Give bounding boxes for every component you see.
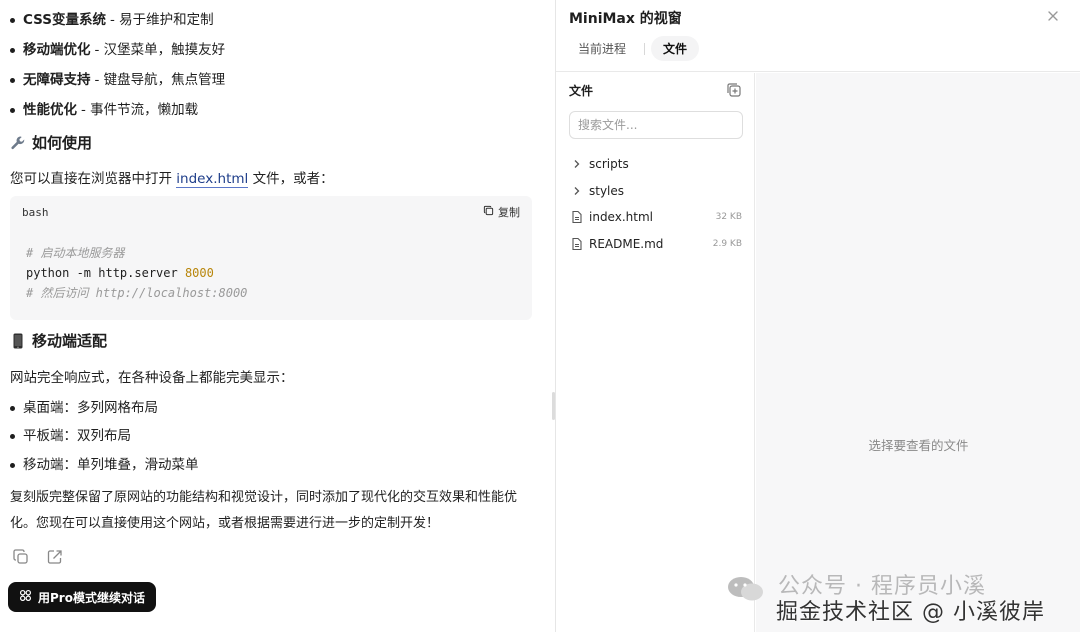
copy-code-button[interactable]: 复制 <box>483 204 520 220</box>
feature-item: 无障碍支持 - 键盘导航，焦点管理 <box>10 71 225 89</box>
feature-desc: - 易于维护和定制 <box>110 12 214 28</box>
message-actions <box>12 548 64 566</box>
panel-header: MiniMax 的视窗 当前进程 文件 <box>556 0 1080 72</box>
code-command: python -m http.server <box>26 266 178 280</box>
code-language: bash <box>22 206 49 219</box>
file-name: README.md <box>589 237 664 251</box>
watermark: 公众号 · 程序员小溪 掘金技术社区 @ 小溪彼岸 <box>726 568 1045 626</box>
file-name: index.html <box>589 210 653 224</box>
watermark-line1: 公众号 · 程序员小溪 <box>778 574 986 599</box>
viewer-empty-text: 选择要查看的文件 <box>868 438 969 453</box>
copy-icon <box>483 205 494 219</box>
file-row[interactable]: README.md 2.9 KB <box>570 234 742 254</box>
file-explorer: 文件 scripts styles index.html 32 KB <box>556 73 755 632</box>
device-item: 平板端：双列布局 <box>10 427 131 445</box>
files-title: 文件 <box>569 84 594 98</box>
bullet-dot <box>10 107 15 113</box>
feature-desc: - 汉堡菜单，触摸友好 <box>94 42 226 58</box>
feature-title: CSS变量系统 <box>23 12 106 28</box>
wrench-icon <box>10 135 26 151</box>
chat-pane: CSS变量系统 - 易于维护和定制 移动端优化 - 汉堡菜单，触摸友好 无障碍支… <box>0 0 548 632</box>
file-viewer: 选择要查看的文件 <box>756 73 1080 632</box>
feature-title: 无障碍支持 <box>23 72 91 88</box>
chevron-right-icon <box>570 157 584 171</box>
file-icon <box>570 237 584 251</box>
device-text: 桌面端：多列网格布局 <box>23 400 158 416</box>
file-size: 32 KB <box>715 212 742 222</box>
device-item: 桌面端：多列网格布局 <box>10 399 158 417</box>
copy-label: 复制 <box>498 206 520 219</box>
pro-mode-icon <box>19 589 32 605</box>
folder-row[interactable]: scripts <box>570 154 742 174</box>
file-link[interactable]: index.html <box>176 171 249 188</box>
bullet-dot <box>10 433 15 439</box>
feature-title: 性能优化 <box>23 102 77 118</box>
device-text: 平板端：双列布局 <box>23 428 131 444</box>
feature-item: CSS变量系统 - 易于维护和定制 <box>10 11 214 29</box>
panel-tabs: 当前进程 文件 <box>566 36 700 61</box>
code-block: bash 复制 # 启动本地服务器 python -m http.server … <box>10 196 532 320</box>
mobile-intro: 网站完全响应式，在各种设备上都能完美显示： <box>10 370 294 386</box>
feature-desc: - 事件节流，懒加载 <box>81 102 199 118</box>
howto-text-after: 文件，或者： <box>252 171 334 187</box>
howto-heading: 如何使用 <box>10 133 92 153</box>
close-icon[interactable] <box>1045 8 1061 24</box>
device-item: 移动端：单列堆叠，滑动菜单 <box>10 456 199 474</box>
howto-text: 您可以直接在浏览器中打开 index.html 文件，或者： <box>10 167 540 191</box>
tab-divider <box>644 42 646 55</box>
feature-item: 性能优化 - 事件节流，懒加载 <box>10 101 198 119</box>
tab-files[interactable]: 文件 <box>651 36 700 61</box>
pro-mode-label: 用Pro模式继续对话 <box>38 590 145 605</box>
code-comment: # 然后访问 http://localhost:8000 <box>26 286 248 300</box>
phone-icon <box>10 333 26 349</box>
file-icon <box>570 210 584 224</box>
code-lines: # 启动本地服务器 python -m http.server 8000 # 然… <box>26 243 247 303</box>
bullet-dot <box>10 77 15 83</box>
folder-name: styles <box>589 184 625 198</box>
pro-mode-button[interactable]: 用Pro模式继续对话 <box>8 582 156 612</box>
code-command-line: python -m http.server 8000 <box>26 263 247 283</box>
chevron-right-icon <box>570 184 584 198</box>
folder-row[interactable]: styles <box>570 181 742 201</box>
workspace-panel: MiniMax 的视窗 当前进程 文件 文件 scripts styles <box>555 0 1080 632</box>
tab-current-process[interactable]: 当前进程 <box>566 36 638 61</box>
file-row[interactable]: index.html 32 KB <box>570 207 742 227</box>
file-size: 2.9 KB <box>712 239 742 249</box>
share-icon[interactable] <box>46 548 64 566</box>
mobile-heading: 移动端适配 <box>10 331 107 351</box>
code-comment: # 启动本地服务器 <box>26 246 125 260</box>
file-search-input[interactable] <box>569 111 743 139</box>
summary-text: 复刻版完整保留了原网站的功能结构和视觉设计，同时添加了现代化的交互效果和性能优化… <box>10 490 518 531</box>
mobile-heading-text: 移动端适配 <box>32 332 108 350</box>
bullet-dot <box>10 17 15 23</box>
howto-heading-text: 如何使用 <box>32 134 93 152</box>
bullet-dot <box>10 462 15 468</box>
feature-item: 移动端优化 - 汉堡菜单，触摸友好 <box>10 41 225 59</box>
panel-title: MiniMax 的视窗 <box>569 11 682 27</box>
bullet-dot <box>10 405 15 411</box>
bullet-dot <box>10 47 15 53</box>
feature-desc: - 键盘导航，焦点管理 <box>94 72 226 88</box>
howto-text-before: 您可以直接在浏览器中打开 <box>10 171 172 187</box>
folder-name: scripts <box>589 157 629 171</box>
new-file-icon[interactable] <box>725 81 743 99</box>
device-text: 移动端：单列堆叠，滑动菜单 <box>23 457 199 473</box>
copy-message-icon[interactable] <box>12 548 30 566</box>
code-port: 8000 <box>184 266 214 280</box>
feature-title: 移动端优化 <box>23 42 91 58</box>
